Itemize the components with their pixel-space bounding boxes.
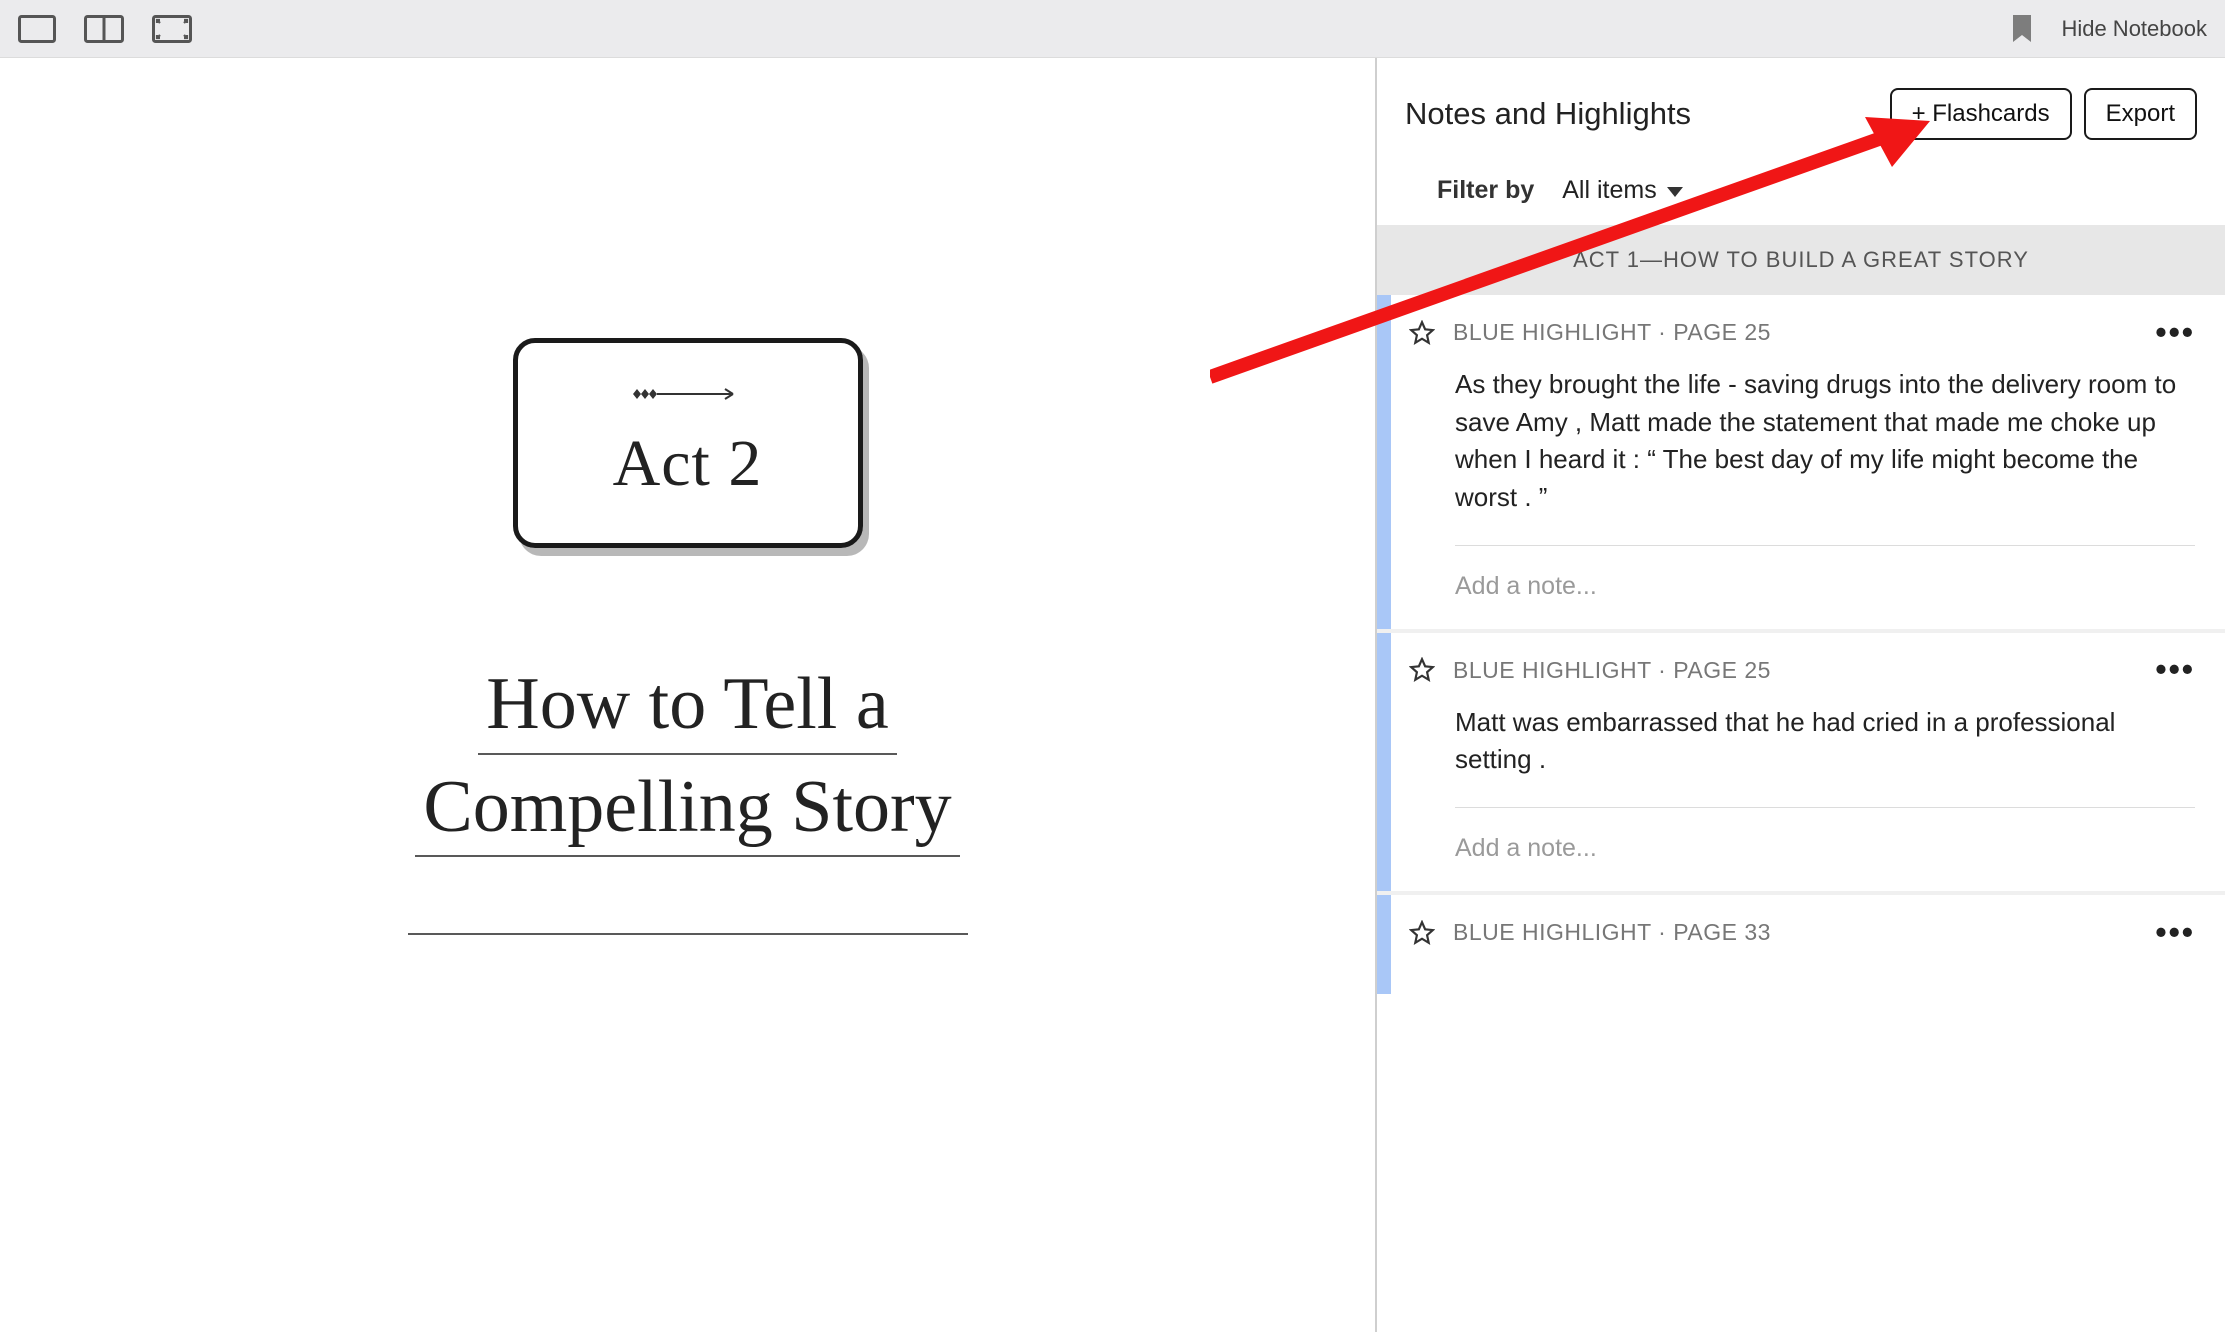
top-toolbar: Hide Notebook: [0, 0, 2225, 58]
add-note-input[interactable]: Add a note...: [1455, 572, 2195, 601]
highlight-meta: BLUE HIGHLIGHT · PAGE 33: [1453, 919, 2137, 946]
two-page-icon[interactable]: [84, 15, 124, 43]
highlight-text: Matt was embarrassed that he had cried i…: [1455, 704, 2195, 779]
star-icon[interactable]: [1409, 920, 1435, 946]
decorative-underline: [408, 933, 968, 935]
chapter-subtitle: How to Tell a Compelling Story: [408, 658, 968, 935]
star-icon[interactable]: [1409, 320, 1435, 346]
chapter-subtitle-line2: Compelling Story: [415, 761, 959, 858]
hide-notebook-button[interactable]: Hide Notebook: [2061, 16, 2207, 42]
reader-pane: Act 2 How to Tell a Compelling Story: [0, 58, 1375, 1332]
highlight-item: BLUE HIGHLIGHT · PAGE 25 ••• Matt was em…: [1377, 633, 2225, 895]
highlight-item: BLUE HIGHLIGHT · PAGE 25 ••• As they bro…: [1377, 295, 2225, 633]
fit-page-icon[interactable]: [152, 15, 192, 43]
more-menu-icon[interactable]: •••: [2155, 665, 2195, 675]
notebook-title: Notes and Highlights: [1405, 96, 1878, 132]
notebook-header: Notes and Highlights + Flashcards Export…: [1377, 58, 2225, 225]
add-note-input[interactable]: Add a note...: [1455, 834, 2195, 863]
notebook-panel: Notes and Highlights + Flashcards Export…: [1375, 58, 2225, 1332]
chapter-card: Act 2: [513, 338, 863, 548]
filter-by-label: Filter by: [1437, 176, 1534, 205]
star-icon[interactable]: [1409, 657, 1435, 683]
chapter-subtitle-line1: How to Tell a: [478, 658, 896, 755]
bookmark-icon[interactable]: [2011, 14, 2033, 44]
highlight-text: As they brought the life - saving drugs …: [1455, 366, 2195, 517]
highlight-item: BLUE HIGHLIGHT · PAGE 33 •••: [1377, 895, 2225, 994]
section-header: ACT 1—HOW TO BUILD A GREAT STORY: [1377, 225, 2225, 295]
more-menu-icon[interactable]: •••: [2155, 328, 2195, 338]
highlight-color-stripe: [1377, 895, 1391, 994]
flashcards-button[interactable]: + Flashcards: [1890, 88, 2072, 140]
filter-dropdown[interactable]: All items: [1562, 176, 1682, 205]
decorative-arrow-icon: [633, 384, 743, 404]
single-page-icon[interactable]: [18, 15, 56, 43]
chevron-down-icon: [1667, 187, 1683, 197]
highlight-color-stripe: [1377, 295, 1391, 629]
filter-value: All items: [1562, 176, 1656, 205]
highlight-color-stripe: [1377, 633, 1391, 891]
export-button[interactable]: Export: [2084, 88, 2197, 140]
highlight-meta: BLUE HIGHLIGHT · PAGE 25: [1453, 657, 2137, 684]
chapter-act-label: Act 2: [613, 426, 763, 502]
highlight-meta: BLUE HIGHLIGHT · PAGE 25: [1453, 319, 2137, 346]
more-menu-icon[interactable]: •••: [2155, 928, 2195, 938]
